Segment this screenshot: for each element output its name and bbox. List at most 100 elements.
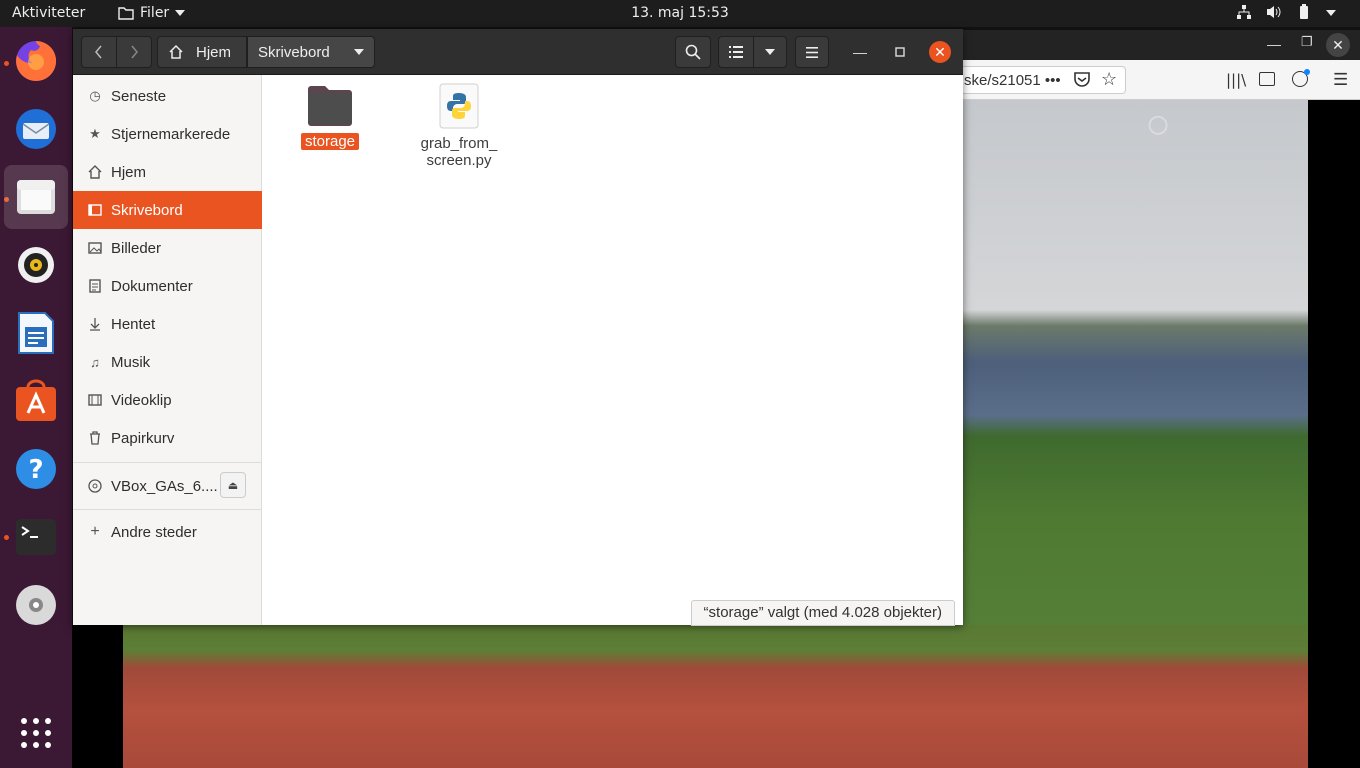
sidebar-item-label: Hentet [111,315,156,333]
trash-icon [87,430,103,446]
hamburger-icon [806,46,818,58]
watermark-logo: ◯ [1148,114,1169,134]
sidebar-icon[interactable] [1259,72,1275,86]
notification-dot [1304,69,1310,75]
close-icon: ✕ [934,43,946,60]
sidebar-item-device[interactable]: VBox_GAs_6.... ⏏ [73,467,262,505]
minimize-icon[interactable]: — [1267,36,1281,52]
sidebar-divider [73,509,262,510]
close-icon[interactable]: ✕ [1326,33,1350,57]
search-button[interactable] [675,36,711,68]
minimize-button[interactable]: — [849,41,871,63]
star-icon: ★ [89,126,101,141]
firefox-toolbar: ske/s21051 ••• ☆ |||\ ☰ [963,60,1360,100]
software-icon[interactable] [4,369,68,433]
sidebar-item-home[interactable]: Hjem [73,153,262,191]
back-button[interactable] [81,36,117,68]
sidebar-item-label: Billeder [111,239,162,257]
clock[interactable]: 13. maj 15:53 [0,5,1360,21]
volume-icon [1266,4,1282,20]
sidebar-item-downloads[interactable]: Hentet [73,305,262,343]
forward-button[interactable] [116,36,152,68]
sidebar-item-desktop[interactable]: Skrivebord [73,191,262,229]
file-name: storage [300,133,360,150]
system-tray[interactable] [1236,4,1342,20]
sidebar-item-label: Musik [111,353,151,371]
list-view-icon [729,46,743,58]
file-name: grab_from_ screen.py [420,135,498,169]
firefox-icon[interactable] [4,29,68,93]
minimize-icon: — [853,44,867,60]
letterbox-right [1308,100,1360,768]
sidebar-item-recent[interactable]: ◷ Seneste [73,77,262,115]
sidebar-divider [73,462,262,463]
sidebar-item-label: VBox_GAs_6.... [111,477,218,495]
path-current-button[interactable]: Skrivebord [247,36,375,68]
firefox-titlebar: — ❐ ✕ [963,30,1360,60]
chevron-right-icon [131,45,138,59]
dvd-icon[interactable] [4,573,68,637]
home-icon [87,164,103,180]
battery-icon [1296,4,1312,20]
menu-button[interactable] [795,36,829,68]
chevron-left-icon [95,45,102,59]
maximize-button[interactable] [889,41,911,63]
path-home-label: Hjem [196,43,232,61]
restore-icon[interactable]: ❐ [1301,34,1313,50]
thunderbird-icon[interactable] [4,97,68,161]
clock-icon: ◷ [89,88,101,103]
sidebar-item-pictures[interactable]: Billeder [73,229,262,267]
search-icon [685,44,701,60]
dock: ? [0,27,72,768]
files-icon[interactable] [4,165,68,229]
file-manager-window: Hjem Skrivebord — ✕ ◷ Seneste ★ Stjernemar… [73,29,963,626]
download-icon [87,316,103,332]
places-sidebar: ◷ Seneste ★ Stjernemarkerede Hjem Skrivebo… [73,75,262,625]
file-item-python-script[interactable]: grab_from_ screen.py [409,83,509,169]
letterbox-left [72,625,123,768]
menu-icon[interactable]: ☰ [1333,70,1348,90]
path-current-label: Skrivebord [258,43,330,61]
sidebar-item-label: Skrivebord [111,201,183,219]
pocket-icon[interactable] [1073,70,1091,88]
close-button[interactable]: ✕ [929,41,951,63]
list-view-button[interactable] [718,36,754,68]
header-bar: Hjem Skrivebord — ✕ [73,29,963,75]
path-home-button[interactable]: Hjem [157,36,247,68]
sidebar-item-starred[interactable]: ★ Stjernemarkerede [73,115,262,153]
sidebar-item-trash[interactable]: Papirkurv [73,419,262,457]
terminal-icon[interactable] [4,505,68,569]
desktop-icon [87,202,103,218]
maximize-icon [895,47,905,57]
sidebar-item-label: Seneste [111,87,167,105]
disc-icon [87,478,103,494]
file-item-storage[interactable]: storage [280,83,380,150]
documents-icon [87,278,103,294]
plus-icon: + [90,523,100,540]
status-bar: “storage” valgt (med 4.028 objekter) [690,600,955,626]
sidebar-item-label: Stjernemarkerede [111,125,231,143]
library-icon[interactable]: |||\ [1226,71,1246,89]
file-view[interactable]: storage grab_from_ screen.py “storage” v… [262,75,963,626]
help-icon[interactable]: ? [4,437,68,501]
eject-icon: ⏏ [227,479,239,492]
view-options-button[interactable] [753,36,787,68]
bookmark-star-icon[interactable]: ☆ [1101,70,1117,88]
rhythmbox-icon[interactable] [4,233,68,297]
pictures-icon [87,240,103,256]
sidebar-item-label: Dokumenter [111,277,193,295]
music-icon: ♫ [90,354,100,370]
sidebar-item-documents[interactable]: Dokumenter [73,267,262,305]
chevron-down-icon [354,49,364,55]
sidebar-item-music[interactable]: ♫ Musik [73,343,262,381]
sidebar-item-label: Videoklip [111,391,172,409]
sidebar-item-videos[interactable]: Videoklip [73,381,262,419]
sidebar-item-other-locations[interactable]: + Andre steder [73,513,262,551]
chevron-down-icon [765,49,775,55]
eject-button[interactable]: ⏏ [220,472,246,498]
folder-icon [308,86,352,126]
writer-icon[interactable] [4,301,68,365]
sidebar-item-label: Andre steder [111,523,197,541]
app-grid-icon[interactable] [4,701,68,765]
stadium-video-frame-bottom [123,625,1309,768]
